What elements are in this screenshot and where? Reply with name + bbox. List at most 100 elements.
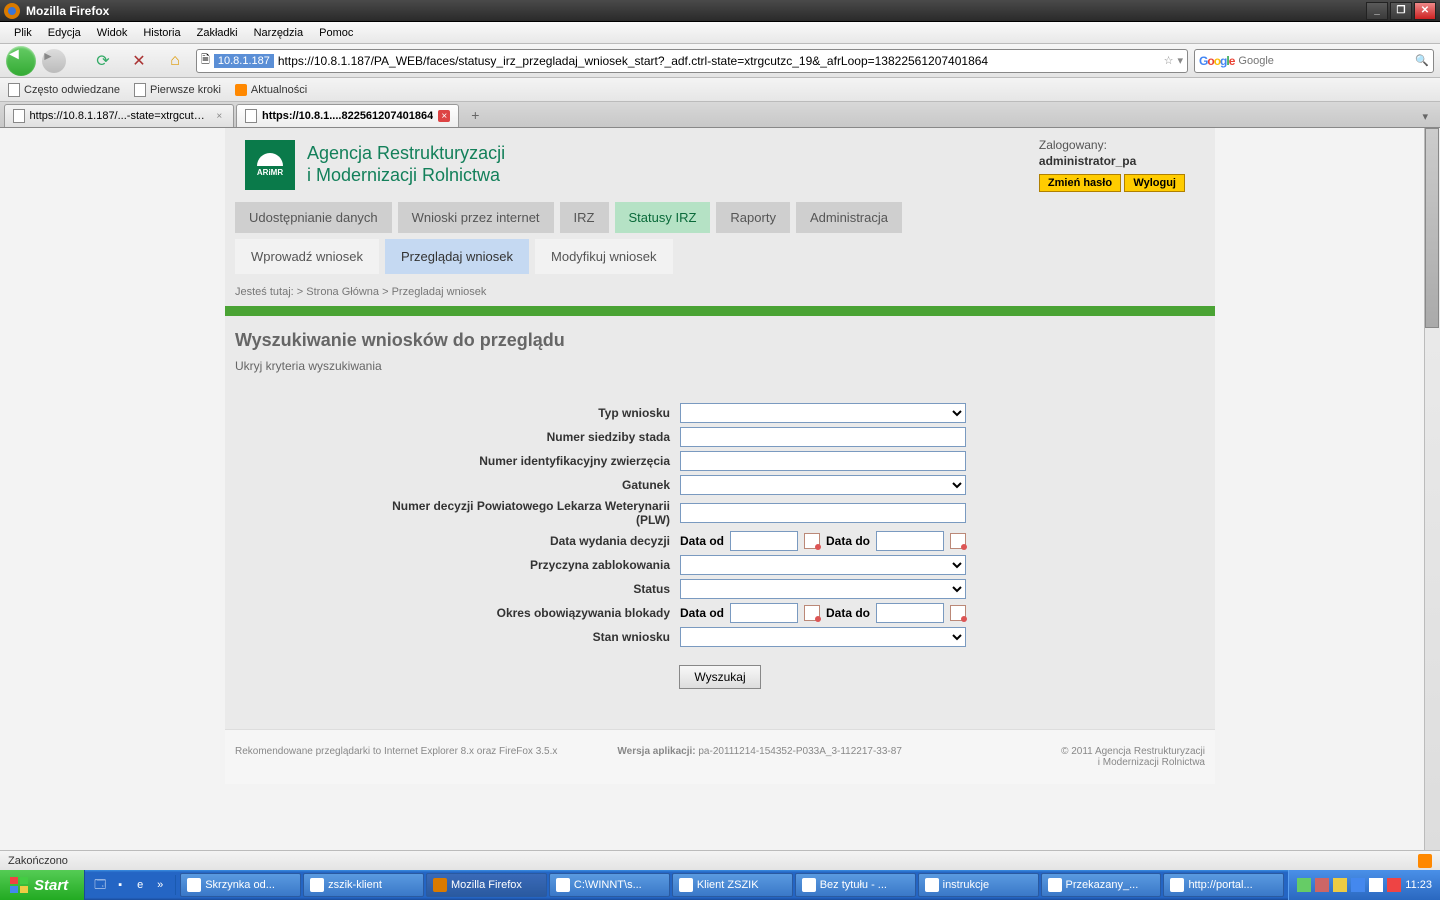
ql-icon[interactable]: » xyxy=(151,875,169,895)
scrollbar-thumb[interactable] xyxy=(1425,128,1439,328)
tab-strip: https://10.8.1.187/...-state=xtrgcutzc_4… xyxy=(0,102,1440,128)
search-bar[interactable]: Google 🔍 xyxy=(1194,49,1434,73)
tray-icon[interactable] xyxy=(1351,878,1365,892)
tab-close-icon[interactable]: × xyxy=(214,110,225,122)
select-stan[interactable] xyxy=(680,627,966,647)
minimize-button[interactable]: _ xyxy=(1366,2,1388,20)
tray-icon[interactable] xyxy=(1333,878,1347,892)
system-tray: 11:23 xyxy=(1288,870,1440,900)
menu-history[interactable]: Historia xyxy=(135,24,188,42)
subnav-modyfikuj[interactable]: Modyfikuj wniosek xyxy=(535,239,673,274)
change-password-button[interactable]: Zmień hasło xyxy=(1039,174,1121,192)
subnav-przegladaj[interactable]: Przeglądaj wniosek xyxy=(385,239,529,274)
calendar-icon[interactable] xyxy=(950,533,966,549)
search-form: Typ wniosku Numer siedziby stada Numer i… xyxy=(360,403,1080,689)
maximize-button[interactable]: ❐ xyxy=(1390,2,1412,20)
task-item[interactable]: C:\WINNT\s... xyxy=(549,873,670,897)
input-zwierze[interactable] xyxy=(680,451,966,471)
input-okres-od[interactable] xyxy=(730,603,798,623)
nav-udostepnianie[interactable]: Udostępnianie danych xyxy=(235,202,392,233)
url-bar[interactable]: 🗎 10.8.1.187 ☆ ▾ xyxy=(196,49,1188,73)
task-item[interactable]: Bez tytułu - ... xyxy=(795,873,916,897)
bookmark-frequent[interactable]: Często odwiedzane xyxy=(8,83,120,97)
breadcrumb-home[interactable]: Strona Główna xyxy=(306,286,379,298)
select-przyczyna[interactable] xyxy=(680,555,966,575)
search-input[interactable] xyxy=(1238,55,1411,67)
input-decyzja-od[interactable] xyxy=(730,531,798,551)
forward-button[interactable]: ► xyxy=(42,49,66,73)
rss-icon xyxy=(235,84,247,96)
task-item[interactable]: Przekazany_... xyxy=(1041,873,1162,897)
nav-administracja[interactable]: Administracja xyxy=(796,202,902,233)
url-dropdown-icon[interactable]: ▾ xyxy=(1177,54,1183,67)
new-tab-button[interactable]: + xyxy=(461,103,489,127)
app-icon xyxy=(556,878,570,892)
sub-nav: Wprowadź wniosek Przeglądaj wniosek Mody… xyxy=(225,233,1215,274)
reload-button[interactable]: ⟳ xyxy=(88,47,118,75)
label-przyczyna: Przyczyna zablokowania xyxy=(360,558,680,572)
google-icon: Google xyxy=(1199,54,1234,68)
select-status[interactable] xyxy=(680,579,966,599)
input-okres-do[interactable] xyxy=(876,603,944,623)
menu-file[interactable]: Plik xyxy=(6,24,40,42)
calendar-icon[interactable] xyxy=(804,605,820,621)
task-item[interactable]: Skrzynka od... xyxy=(180,873,301,897)
select-typ-wniosku[interactable] xyxy=(680,403,966,423)
logout-button[interactable]: Wyloguj xyxy=(1124,174,1185,192)
task-item[interactable]: Klient ZSZIK xyxy=(672,873,793,897)
tab-favicon xyxy=(245,109,257,123)
label-typ: Typ wniosku xyxy=(360,406,680,420)
url-input[interactable] xyxy=(278,54,1160,68)
search-button[interactable]: Wyszukaj xyxy=(679,665,760,689)
scrollbar[interactable] xyxy=(1424,128,1440,850)
calendar-icon[interactable] xyxy=(950,605,966,621)
select-gatunek[interactable] xyxy=(680,475,966,495)
task-item[interactable]: http://portal... xyxy=(1163,873,1284,897)
nav-raporty[interactable]: Raporty xyxy=(716,202,790,233)
back-button[interactable]: ◄ xyxy=(6,46,36,76)
toggle-criteria-link[interactable]: Ukryj kryteria wyszukiwania xyxy=(235,359,1205,373)
nav-irz[interactable]: IRZ xyxy=(560,202,609,233)
browser-tab-0[interactable]: https://10.8.1.187/...-state=xtrgcutzc_4… xyxy=(4,104,234,127)
label-stan: Stan wniosku xyxy=(360,630,680,644)
status-bar: Zakończono xyxy=(0,850,1440,870)
menu-bookmarks[interactable]: Zakładki xyxy=(189,24,246,42)
url-host-chip: 10.8.1.187 xyxy=(214,54,274,68)
tray-icon[interactable] xyxy=(1315,878,1329,892)
menu-help[interactable]: Pomoc xyxy=(311,24,361,42)
nav-statusy-irz[interactable]: Statusy IRZ xyxy=(615,202,711,233)
calendar-icon[interactable] xyxy=(804,533,820,549)
menu-tools[interactable]: Narzędzia xyxy=(246,24,312,42)
browser-tab-1[interactable]: https://10.8.1....822561207401864 × xyxy=(236,104,459,127)
stop-button[interactable]: ✕ xyxy=(124,47,154,75)
clock[interactable]: 11:23 xyxy=(1405,879,1432,891)
rss-icon[interactable] xyxy=(1418,854,1432,868)
close-button[interactable]: ✕ xyxy=(1414,2,1436,20)
menu-view[interactable]: Widok xyxy=(89,24,136,42)
search-icon[interactable]: 🔍 xyxy=(1415,54,1429,67)
subnav-wprowadz[interactable]: Wprowadź wniosek xyxy=(235,239,379,274)
menu-edit[interactable]: Edycja xyxy=(40,24,89,42)
ql-icon[interactable]: ▪ xyxy=(111,875,129,895)
task-item[interactable]: instrukcje xyxy=(918,873,1039,897)
nav-wnioski[interactable]: Wnioski przez internet xyxy=(398,202,554,233)
task-item[interactable]: zszik-klient xyxy=(303,873,424,897)
bookmark-first-steps[interactable]: Pierwsze kroki xyxy=(134,83,221,97)
doc-icon xyxy=(8,83,20,97)
bookmark-news[interactable]: Aktualności xyxy=(235,84,307,96)
ql-icon[interactable]: 🗔 xyxy=(91,875,109,895)
tray-icon[interactable] xyxy=(1369,878,1383,892)
task-item[interactable]: Mozilla Firefox xyxy=(426,873,547,897)
bookmark-star-icon[interactable]: ☆ xyxy=(1164,54,1174,67)
tray-icon[interactable] xyxy=(1297,878,1311,892)
input-siedziba[interactable] xyxy=(680,427,966,447)
start-button[interactable]: Start xyxy=(0,870,85,900)
input-decyzja-do[interactable] xyxy=(876,531,944,551)
tab-list-button[interactable]: ▾ xyxy=(1414,106,1436,127)
input-plw[interactable] xyxy=(680,503,966,523)
ql-icon[interactable]: e xyxy=(131,875,149,895)
tray-icon[interactable] xyxy=(1387,878,1401,892)
home-button[interactable]: ⌂ xyxy=(160,47,190,75)
windows-logo-icon xyxy=(10,877,28,893)
tab-close-icon[interactable]: × xyxy=(438,110,450,122)
